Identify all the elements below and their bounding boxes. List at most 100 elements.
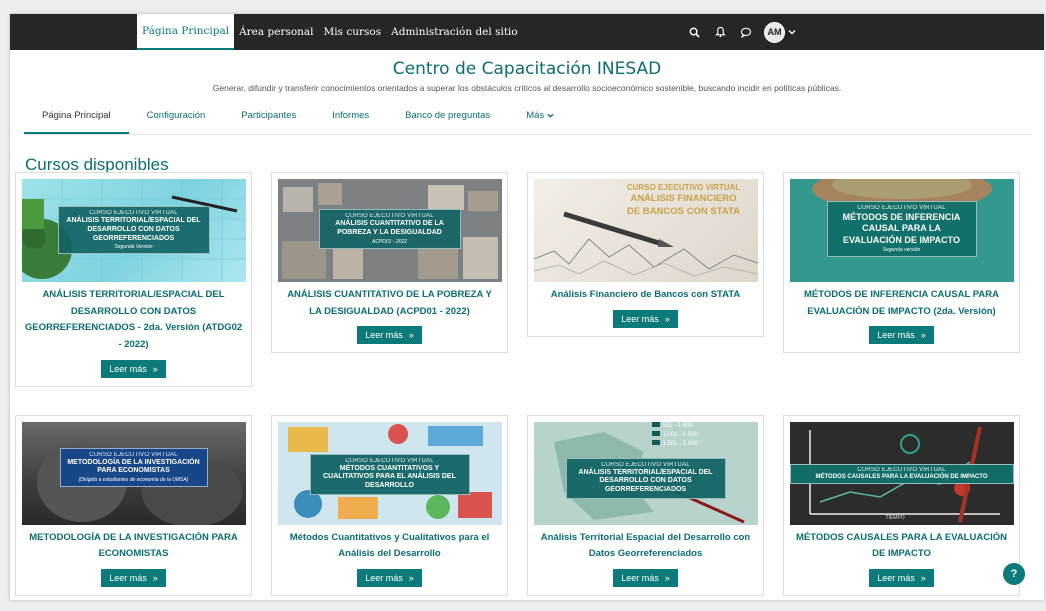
tab-settings[interactable]: Configuración	[129, 103, 224, 134]
course-image[interactable]: CURSO EJECUTIVO VIRTUAL MÉTODOS CAUSALES…	[789, 421, 1014, 525]
course-banner: CURSO EJECUTIVO VIRTUAL MÉTODOS CUANTITA…	[309, 453, 470, 495]
double-chevron-right-icon: »	[152, 572, 158, 583]
axis-label: TIEMPO	[885, 514, 905, 521]
banner-title: ANÁLISIS TERRITORIAL/ESPACIAL DEL DESARR…	[66, 217, 201, 242]
help-button[interactable]: ?	[1003, 563, 1025, 585]
double-chevron-right-icon: »	[408, 330, 414, 341]
banner-kicker: CURSO EJECUTIVO VIRTUAL	[601, 461, 690, 468]
legend-item: 1.001 - 1.500	[662, 431, 698, 438]
map-legend: 501 - 1.000 1.001 - 1.500 1.501 - 2.000	[651, 421, 698, 449]
double-chevron-right-icon: »	[408, 572, 414, 583]
read-more-button[interactable]: Leer más »	[101, 359, 166, 378]
bell-icon[interactable]	[712, 24, 728, 40]
course-title[interactable]: METODOLOGÍA DE LA INVESTIGACIÓN PARA ECO…	[22, 530, 245, 563]
read-more-button[interactable]: Leer más »	[869, 568, 934, 587]
banner-kicker: CURSO EJECUTIVO VIRTUAL	[857, 205, 946, 211]
course-image[interactable]: CURSO EJECUTIVO VIRTUAL METODOLOGÍA DE L…	[21, 421, 246, 525]
site-title: Centro de Capacitación INESAD	[392, 59, 662, 79]
banner-title: ANÁLISIS CUANTITATIVO DE LA POBREZA Y LA…	[335, 220, 444, 236]
course-title[interactable]: ANÁLISIS TERRITORIAL/ESPACIAL DEL DESARR…	[22, 287, 245, 354]
banner-title: METODOLOGÍA DE LA INVESTIGACIÓN PARA ECO…	[67, 458, 200, 475]
course-card: CURSO EJECUTIVO VIRTUAL ANÁLISIS FINANCI…	[527, 172, 764, 337]
banner-kicker: CURSO EJECUTIVO VIRTUAL	[345, 457, 434, 464]
double-chevron-right-icon: »	[664, 572, 670, 583]
course-image[interactable]: CURSO EJECUTIVO VIRTUAL ANÁLISIS CUANTIT…	[277, 179, 502, 282]
banner-kicker: CURSO EJECUTIVO VIRTUAL	[626, 183, 741, 192]
read-more-label: Leer más	[109, 572, 147, 583]
course-banner: CURSO EJECUTIVO VIRTUAL ANÁLISIS FINANCI…	[624, 183, 744, 218]
course-banner: CURSO EJECUTIVO VIRTUAL MÉTODOS CAUSALES…	[789, 463, 1014, 484]
read-more-label: Leer más	[877, 330, 915, 341]
course-banner: CURSO EJECUTIVO VIRTUAL ANÁLISIS TERRITO…	[565, 457, 726, 499]
course-image[interactable]: CURSO EJECUTIVO VIRTUAL ANÁLISIS FINANCI…	[533, 179, 758, 282]
user-menu[interactable]: AM	[764, 21, 796, 43]
nav-link-my-courses[interactable]: Mis cursos	[319, 14, 387, 50]
course-title[interactable]: MÉTODOS CAUSALES PARA LA EVALUACIÓN DE I…	[790, 530, 1013, 563]
read-more-label: Leer más	[877, 572, 915, 583]
course-image[interactable]: CURSO EJECUTIVO VIRTUAL MÉTODOS CUANTITA…	[277, 421, 502, 525]
course-card: CURSO EJECUTIVO VIRTUAL MÉTODOS CAUSALES…	[783, 414, 1020, 596]
banner-subtitle: (Dirigido a estudiantes de economía de l…	[78, 477, 189, 483]
course-card: CURSO EJECUTIVO VIRTUAL ANÁLISIS CUANTIT…	[271, 172, 508, 354]
banner-kicker: CURSO EJECUTIVO VIRTUAL	[89, 451, 178, 458]
read-more-button[interactable]: Leer más »	[869, 326, 934, 345]
top-navbar: Página Principal Área personal Mis curso…	[10, 14, 1044, 50]
read-more-label: Leer más	[109, 363, 147, 374]
read-more-button[interactable]: Leer más »	[613, 309, 678, 328]
course-title[interactable]: Análisis Financiero de Bancos con STATA	[549, 287, 743, 304]
chat-icon[interactable]	[738, 24, 754, 40]
chevron-down-icon	[547, 113, 554, 118]
course-banner: CURSO EJECUTIVO VIRTUAL ANÁLISIS CUANTIT…	[318, 209, 461, 249]
banner-title: ANÁLISIS FINANCIERO DE BANCOS CON STATA	[627, 193, 740, 217]
site-subtitle: Generar, difundir y transferir conocimie…	[212, 83, 842, 93]
course-title[interactable]: ANÁLISIS CUANTITATIVO DE LA POBREZA Y LA…	[278, 287, 501, 320]
double-chevron-right-icon: »	[920, 572, 926, 583]
course-card: CURSO EJECUTIVO VIRTUAL MÉTODOS CUANTITA…	[271, 414, 508, 596]
banner-subtitle: ACPD01 - 2022	[371, 238, 408, 245]
read-more-label: Leer más	[621, 313, 659, 324]
avatar[interactable]: AM	[764, 21, 785, 43]
read-more-label: Leer más	[365, 330, 403, 341]
course-banner: CURSO EJECUTIVO VIRTUAL MÉTODOS DE INFER…	[826, 201, 977, 257]
read-more-label: Leer más	[365, 572, 403, 583]
tab-participants[interactable]: Participantes	[223, 103, 314, 134]
course-image[interactable]: CURSO EJECUTIVO VIRTUAL MÉTODOS DE INFER…	[789, 179, 1014, 282]
nav-link-dashboard[interactable]: Área personal	[234, 14, 318, 50]
chevron-down-icon	[788, 30, 796, 35]
legend-item: 501 - 1.000	[662, 422, 693, 429]
read-more-button[interactable]: Leer más »	[357, 326, 422, 345]
course-image[interactable]: 501 - 1.000 1.001 - 1.500 1.501 - 2.000 …	[533, 421, 758, 525]
read-more-label: Leer más	[621, 572, 659, 583]
course-banner: CURSO EJECUTIVO VIRTUAL ANÁLISIS TERRITO…	[57, 206, 210, 255]
banner-subtitle: Segunda Versión	[114, 244, 153, 251]
course-image[interactable]: CURSO EJECUTIVO VIRTUAL ANÁLISIS TERRITO…	[21, 179, 246, 282]
banner-title: ANÁLISIS TERRITORIAL/ESPACIAL DEL DESARR…	[578, 468, 713, 494]
double-chevron-right-icon: »	[664, 313, 670, 324]
tab-more-label: Más	[526, 110, 545, 121]
nav-links: Página Principal Área personal Mis curso…	[137, 14, 523, 50]
double-chevron-right-icon: »	[152, 363, 158, 374]
read-more-button[interactable]: Leer más »	[101, 568, 166, 587]
read-more-button[interactable]: Leer más »	[613, 568, 678, 587]
banner-subtitle: Segunda versión	[882, 246, 921, 253]
banner-kicker: CURSO EJECUTIVO VIRTUAL	[89, 210, 178, 216]
legend-item: 1.501 - 2.000	[662, 440, 698, 447]
search-icon[interactable]	[686, 24, 702, 40]
course-card: 501 - 1.000 1.001 - 1.500 1.501 - 2.000 …	[527, 414, 764, 596]
nav-link-home[interactable]: Página Principal	[137, 14, 235, 50]
course-title[interactable]: MÉTODOS DE INFERENCIA CAUSAL PARA EVALUA…	[790, 287, 1013, 320]
banner-title: MÉTODOS CAUSALES PARA LA EVALUACIÓN DE I…	[815, 473, 988, 480]
course-banner: CURSO EJECUTIVO VIRTUAL METODOLOGÍA DE L…	[59, 447, 208, 487]
course-card: CURSO EJECUTIVO VIRTUAL ANÁLISIS TERRITO…	[15, 172, 252, 387]
tab-more[interactable]: Más	[508, 103, 572, 134]
tab-home[interactable]: Página Principal	[24, 103, 129, 134]
tab-reports[interactable]: Informes	[314, 103, 387, 134]
banner-kicker: CURSO EJECUTIVO VIRTUAL	[345, 213, 434, 219]
read-more-button[interactable]: Leer más »	[357, 568, 422, 587]
tab-question-bank[interactable]: Banco de preguntas	[387, 103, 508, 134]
course-title[interactable]: Métodos Cuantitativos y Cualitativos par…	[278, 530, 501, 563]
nav-link-site-admin[interactable]: Administración del sitio	[386, 14, 523, 50]
course-card: CURSO EJECUTIVO VIRTUAL METODOLOGÍA DE L…	[15, 414, 252, 596]
banner-kicker: CURSO EJECUTIVO VIRTUAL	[857, 466, 946, 473]
course-title[interactable]: Análisis Territorial Espacial del Desarr…	[534, 530, 757, 563]
